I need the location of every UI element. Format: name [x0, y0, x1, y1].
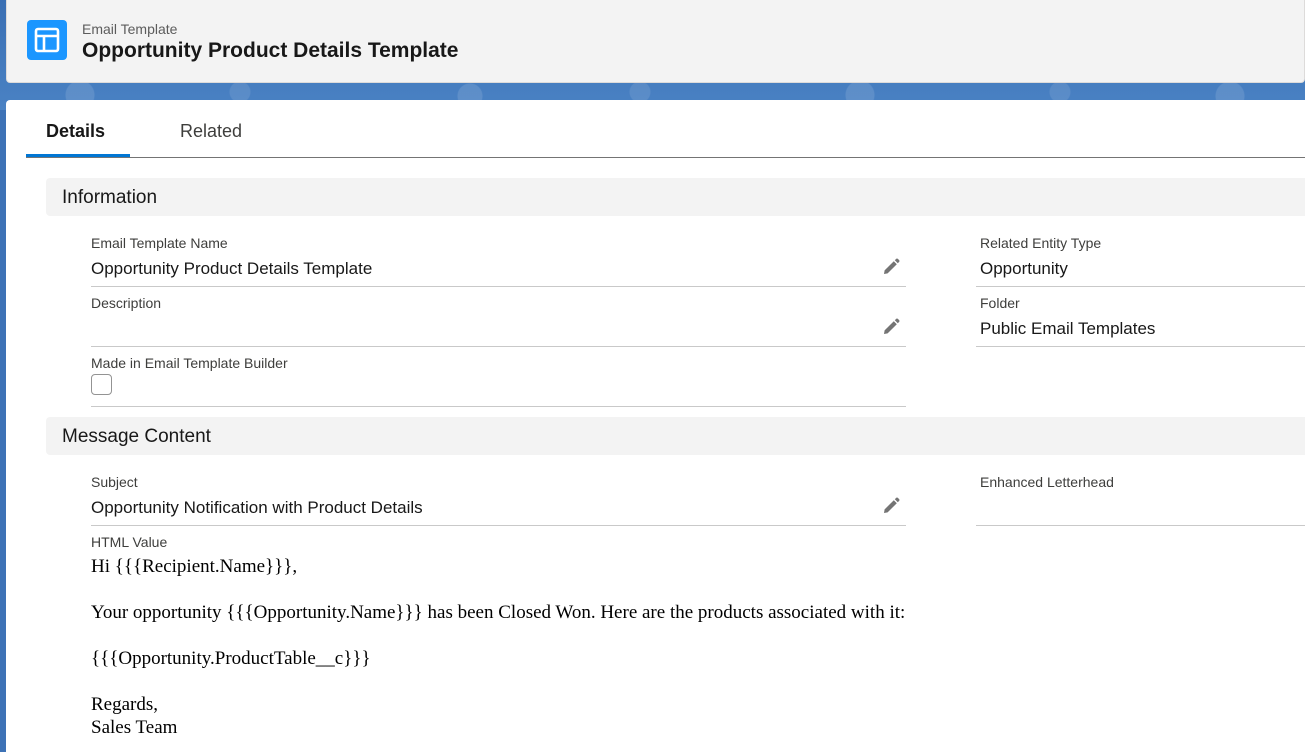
field-value: Opportunity	[980, 259, 1068, 278]
html-line-signature: Sales Team	[91, 717, 178, 738]
field-label: Enhanced Letterhead	[980, 474, 1114, 490]
field-subject: Subject Opportunity Notification with Pr…	[91, 474, 906, 526]
field-label: Description	[91, 295, 162, 311]
tab-details[interactable]: Details	[26, 100, 130, 157]
section-header-information[interactable]: Information	[46, 178, 1305, 216]
field-description: Description	[91, 295, 906, 347]
field-made-in-builder: Made in Email Template Builder	[91, 355, 906, 407]
field-label: Subject	[91, 474, 138, 490]
field-label: Folder	[980, 295, 1020, 311]
tab-related[interactable]: Related	[180, 100, 242, 157]
field-value: Opportunity Product Details Template	[91, 259, 373, 278]
field-email-template-name: Email Template Name Opportunity Product …	[91, 235, 906, 287]
made-in-builder-checkbox[interactable]	[91, 374, 112, 395]
html-line-product-table: {{{Opportunity.ProductTable__c}}}	[91, 648, 371, 669]
field-label: Related Entity Type	[980, 235, 1102, 251]
html-line-greeting: Hi {{{Recipient.Name}}},	[91, 556, 298, 577]
field-value: Opportunity Notification with Product De…	[91, 498, 423, 517]
object-type-label: Email Template	[82, 21, 178, 37]
pencil-icon[interactable]	[882, 497, 900, 515]
record-header: Email Template Opportunity Product Detai…	[6, 0, 1305, 83]
field-related-entity-type: Related Entity Type Opportunity	[976, 235, 1305, 287]
pencil-icon[interactable]	[882, 318, 900, 336]
pencil-icon[interactable]	[882, 258, 900, 276]
section-header-message-content[interactable]: Message Content	[46, 417, 1305, 455]
field-folder: Folder Public Email Templates	[976, 295, 1305, 347]
page-title: Opportunity Product Details Template	[82, 39, 459, 62]
email-template-icon	[27, 20, 67, 60]
html-line-regards: Regards,	[91, 694, 159, 715]
field-label: Email Template Name	[91, 235, 228, 251]
field-enhanced-letterhead: Enhanced Letterhead	[976, 474, 1305, 526]
field-value[interactable]: Public Email Templates	[980, 319, 1155, 339]
tab-bar: Details Related	[26, 100, 1305, 158]
html-value-label: HTML Value	[91, 534, 168, 550]
field-label: Made in Email Template Builder	[91, 355, 288, 371]
record-detail-card: Details Related Information Email Templa…	[6, 100, 1305, 752]
html-line-message: Your opportunity {{{Opportunity.Name}}} …	[91, 602, 906, 623]
